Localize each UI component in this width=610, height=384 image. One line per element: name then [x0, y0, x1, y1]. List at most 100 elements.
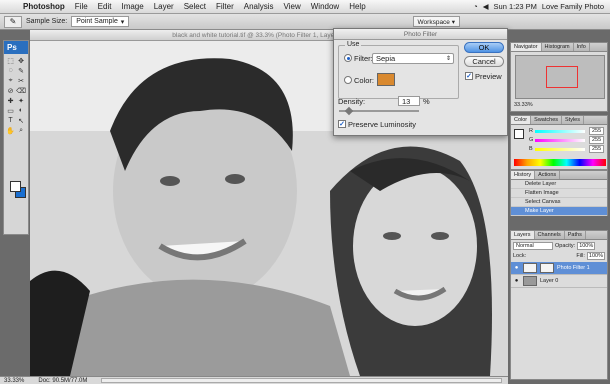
layer-name: Photo Filter 1	[557, 265, 590, 271]
slice-tool-icon[interactable]: ✂	[16, 76, 26, 85]
eye-icon[interactable]: ●	[513, 265, 520, 271]
channel-r-label: R	[529, 128, 533, 134]
horizontal-scrollbar[interactable]	[101, 378, 502, 383]
layer-row-photo-filter[interactable]: ● Photo Filter 1	[511, 262, 607, 275]
menu-app-name[interactable]: Photoshop	[18, 2, 70, 11]
lasso-tool-icon[interactable]: ◌	[6, 66, 15, 75]
hand-tool-icon[interactable]: ✋	[6, 126, 15, 135]
density-input[interactable]: 13	[398, 96, 420, 106]
opacity-input[interactable]: 100%	[577, 242, 596, 250]
type-tool-icon[interactable]: T	[6, 116, 15, 125]
density-slider-thumb[interactable]	[345, 106, 354, 116]
density-value: 13	[402, 97, 411, 106]
chevron-updown-icon: ⇕	[445, 56, 451, 62]
preview-checkbox[interactable]: ✓	[465, 72, 473, 80]
filter-label: Filter:	[354, 54, 373, 63]
cancel-button[interactable]: Cancel	[464, 56, 504, 67]
blend-mode-select[interactable]: Normal	[513, 242, 553, 250]
photoshop-logo: Ps	[4, 41, 28, 54]
navigator-view-box[interactable]	[546, 66, 578, 88]
history-item-current[interactable]: Make Layer	[511, 207, 607, 216]
navigator-zoom[interactable]: 33.33%	[514, 102, 533, 108]
workspace-label: Workspace ▾	[417, 18, 455, 26]
menu-analysis[interactable]: Analysis	[239, 2, 279, 11]
dodge-tool-icon[interactable]: ◐	[16, 106, 26, 115]
zoom-level[interactable]: 33.33%	[4, 378, 24, 384]
layers-options-row: Normal Opacity: 100%	[511, 240, 607, 252]
layer-row-layer-0[interactable]: ● Layer 0	[511, 275, 607, 288]
density-label: Density:	[338, 97, 366, 106]
menu-select[interactable]: Select	[179, 2, 211, 11]
layer-thumbnail	[523, 263, 537, 273]
tab-paths[interactable]: Paths	[565, 231, 586, 239]
options-bar: ✎ Sample Size: Point Sample ▾	[0, 14, 610, 30]
tab-styles[interactable]: Styles	[562, 116, 584, 124]
crop-tool-icon[interactable]: ⌖	[6, 76, 15, 85]
tab-swatches[interactable]: Swatches	[531, 116, 563, 124]
path-select-tool-icon[interactable]: ↖	[16, 116, 26, 125]
workspace-button[interactable]: Workspace ▾	[412, 16, 460, 27]
filter-select[interactable]: Sepia ⇕	[372, 53, 454, 64]
eraser-tool-icon[interactable]: ⌫	[16, 86, 26, 95]
navigator-thumbnail[interactable]	[515, 55, 605, 99]
foreground-color-swatch[interactable]	[10, 181, 21, 192]
color-radio[interactable]	[344, 76, 352, 84]
menu-file[interactable]: File	[70, 2, 93, 11]
channel-b-value[interactable]: 255	[589, 145, 605, 153]
gradient-tool-icon[interactable]: ▭	[6, 106, 15, 115]
color-swatch[interactable]	[377, 73, 395, 86]
tab-histogram[interactable]: Histogram	[542, 43, 574, 51]
tab-color[interactable]: Color	[511, 116, 532, 124]
move-tool-icon[interactable]: ✥	[16, 56, 26, 65]
healing-tool-icon[interactable]: ⊘	[6, 86, 15, 95]
color-spectrum-bar[interactable]	[514, 159, 606, 166]
menu-clock[interactable]: Sun 1:23 PM	[494, 2, 537, 11]
filter-radio[interactable]	[344, 54, 352, 62]
channel-r-slider[interactable]	[535, 130, 585, 133]
menu-window[interactable]: Window	[306, 2, 344, 11]
eye-icon[interactable]: ●	[513, 278, 520, 284]
brush-tool-icon[interactable]: ✎	[16, 66, 26, 75]
menu-layer[interactable]: Layer	[149, 2, 179, 11]
menu-user[interactable]: Love Family Photo	[542, 2, 604, 11]
history-item[interactable]: Select Canvas	[511, 198, 607, 207]
channel-r-value[interactable]: 255	[589, 127, 605, 135]
menu-view[interactable]: View	[279, 2, 306, 11]
channel-b-label: B	[529, 146, 533, 152]
color-fg-swatch[interactable]	[514, 129, 524, 139]
history-item[interactable]: Delete Layer	[511, 180, 607, 189]
layer-mask-thumbnail[interactable]	[540, 263, 554, 273]
clone-tool-icon[interactable]: ✚	[6, 96, 15, 105]
lock-label: Lock:	[513, 253, 527, 259]
dialog-title: Photo Filter	[334, 29, 507, 40]
tab-navigator[interactable]: Navigator	[511, 43, 542, 51]
menu-help[interactable]: Help	[344, 2, 370, 11]
tab-history[interactable]: History	[511, 171, 536, 179]
ok-button[interactable]: OK	[464, 42, 504, 53]
history-item[interactable]: Flatten Image	[511, 189, 607, 198]
history-brush-tool-icon[interactable]: ✦	[16, 96, 26, 105]
opacity-label: Opacity:	[555, 243, 576, 249]
wifi-icon[interactable]: ◔	[473, 2, 478, 11]
tab-channels[interactable]: Channels	[535, 231, 565, 239]
document-size[interactable]: Doc: 90.5M/77.0M	[38, 378, 87, 384]
layers-lock-row: Lock: Fill: 100%	[511, 252, 607, 262]
menu-filter[interactable]: Filter	[211, 2, 239, 11]
fill-input[interactable]: 100%	[586, 252, 605, 260]
eyedropper-tool-icon[interactable]: ✎	[4, 15, 22, 28]
zoom-tool-icon[interactable]: ⌕	[16, 126, 26, 135]
fill-label: Fill:	[576, 253, 585, 259]
volume-icon[interactable]: ◀	[483, 2, 489, 11]
preserve-luminosity-checkbox[interactable]: ✓	[338, 120, 346, 128]
menu-image[interactable]: Image	[116, 2, 148, 11]
menu-edit[interactable]: Edit	[93, 2, 117, 11]
layer-name: Layer 0	[540, 278, 559, 284]
channel-g-value[interactable]: 255	[589, 136, 605, 144]
sample-size-select[interactable]: Point Sample ▾	[71, 16, 130, 27]
tab-layers[interactable]: Layers	[511, 231, 535, 239]
tab-actions[interactable]: Actions	[535, 171, 561, 179]
channel-b-slider[interactable]	[535, 148, 585, 151]
marquee-tool-icon[interactable]: ⬚	[6, 56, 15, 65]
channel-g-slider[interactable]	[535, 139, 585, 142]
tab-info[interactable]: Info	[574, 43, 590, 51]
